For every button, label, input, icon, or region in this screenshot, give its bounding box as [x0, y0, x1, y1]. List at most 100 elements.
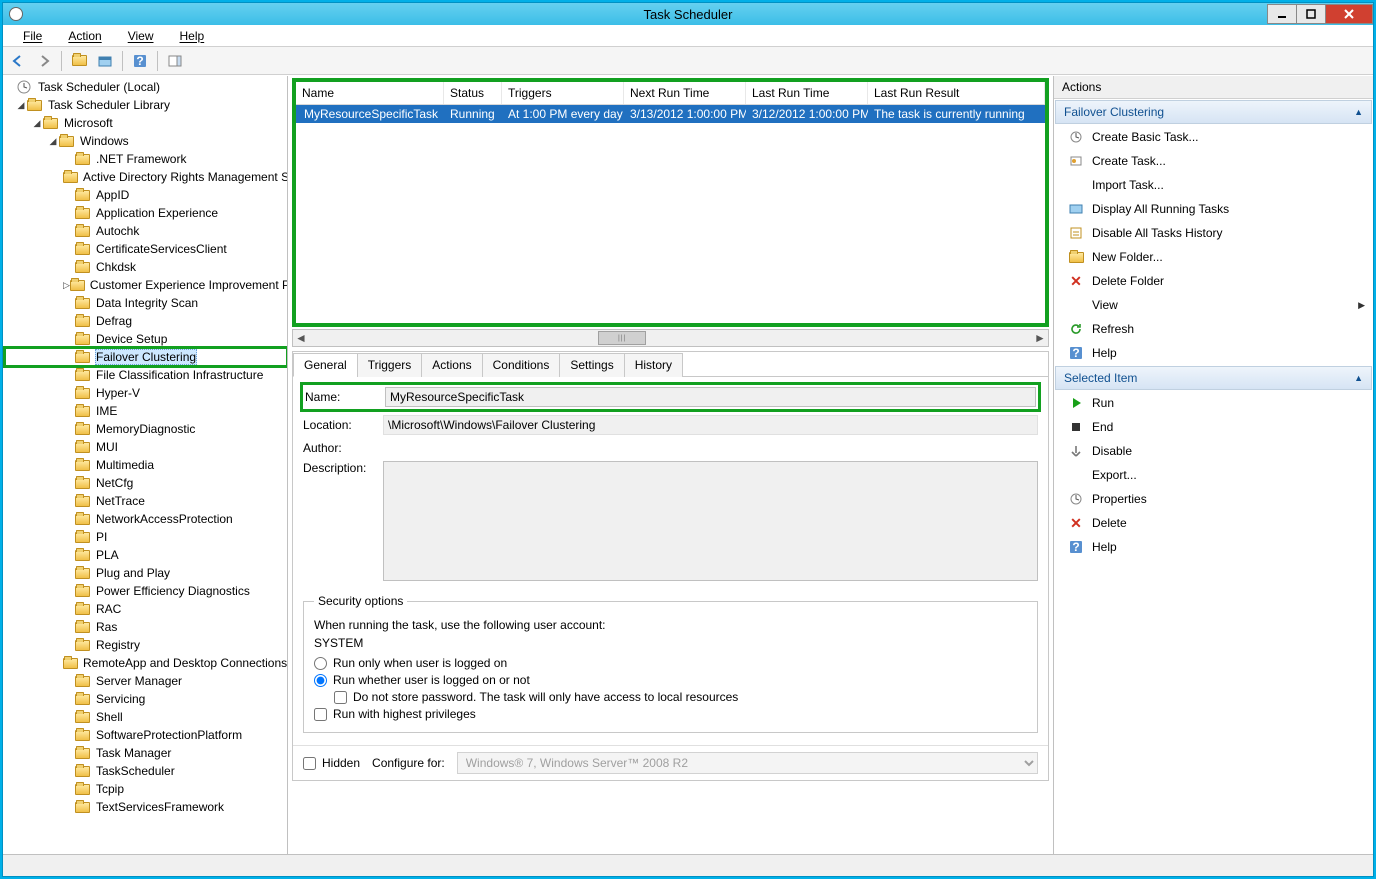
action-run[interactable]: Run — [1054, 391, 1373, 415]
tree-item-taskscheduler[interactable]: TaskScheduler — [5, 762, 287, 780]
tree-library[interactable]: Task Scheduler Library — [47, 98, 171, 112]
tab-actions[interactable]: Actions — [421, 353, 482, 377]
chk-no-store-password[interactable] — [334, 691, 347, 704]
tree-item-active-directory-rights-management-services-client[interactable]: Active Directory Rights Management Servi… — [5, 168, 287, 186]
tree-microsoft[interactable]: Microsoft — [63, 116, 114, 130]
tree-windows[interactable]: Windows — [79, 134, 130, 148]
tree-item-certificateservicesclient[interactable]: CertificateServicesClient — [5, 240, 287, 258]
tree-item-nettrace[interactable]: NetTrace — [5, 492, 287, 510]
action-import-task[interactable]: Import Task... — [1054, 173, 1373, 197]
action-end[interactable]: End — [1054, 415, 1373, 439]
tree-root[interactable]: Task Scheduler (Local) — [37, 80, 161, 94]
tree-item-netcfg[interactable]: NetCfg — [5, 474, 287, 492]
action-create-task[interactable]: Create Task... — [1054, 149, 1373, 173]
tree-item-hyper-v[interactable]: Hyper-V — [5, 384, 287, 402]
tree-item-ime[interactable]: IME — [5, 402, 287, 420]
tree-item-multimedia[interactable]: Multimedia — [5, 456, 287, 474]
tree-item-chkdsk[interactable]: Chkdsk — [5, 258, 287, 276]
scroll-thumb[interactable]: ||| — [598, 331, 646, 345]
chk-hidden[interactable] — [303, 757, 316, 770]
action-refresh[interactable]: Refresh — [1054, 317, 1373, 341]
maximize-button[interactable] — [1296, 4, 1326, 24]
tree-item-power-efficiency-diagnostics[interactable]: Power Efficiency Diagnostics — [5, 582, 287, 600]
tab-history[interactable]: History — [624, 353, 683, 377]
tree-item-textservicesframework[interactable]: TextServicesFramework — [5, 798, 287, 816]
scroll-right-icon[interactable]: ► — [1032, 330, 1048, 346]
action-new-folder[interactable]: New Folder... — [1054, 245, 1373, 269]
radio-logged-on[interactable] — [314, 657, 327, 670]
tree-item-data-integrity-scan[interactable]: Data Integrity Scan — [5, 294, 287, 312]
menu-view[interactable]: View — [116, 27, 166, 45]
tree-item-memorydiagnostic[interactable]: MemoryDiagnostic — [5, 420, 287, 438]
task-list[interactable]: Name Status Triggers Next Run Time Last … — [296, 82, 1045, 123]
col-result[interactable]: Last Run Result — [868, 82, 1045, 104]
horizontal-scrollbar[interactable]: ◄ ||| ► — [292, 329, 1049, 347]
toolbar-properties-icon[interactable] — [94, 50, 116, 72]
action-properties[interactable]: Properties — [1054, 487, 1373, 511]
tree-item-ras[interactable]: Ras — [5, 618, 287, 636]
expand-toggle[interactable]: ▷ — [63, 280, 70, 291]
tree-item-server-manager[interactable]: Server Manager — [5, 672, 287, 690]
col-triggers[interactable]: Triggers — [502, 82, 624, 104]
radio-logged-on-or-not[interactable] — [314, 674, 327, 687]
tree-item-customer-experience-improvement-program[interactable]: ▷Customer Experience Improvement Program — [5, 276, 287, 294]
tab-conditions[interactable]: Conditions — [482, 353, 561, 377]
task-name-input[interactable] — [385, 387, 1036, 407]
scroll-left-icon[interactable]: ◄ — [293, 330, 309, 346]
tree-item--net-framework[interactable]: .NET Framework — [5, 150, 287, 168]
tree-item-file-classification-infrastructure[interactable]: File Classification Infrastructure — [5, 366, 287, 384]
action-delete[interactable]: ✕Delete — [1054, 511, 1373, 535]
col-next[interactable]: Next Run Time — [624, 82, 746, 104]
menu-help[interactable]: Help — [168, 27, 217, 45]
tree-item-registry[interactable]: Registry — [5, 636, 287, 654]
actions-group-failover[interactable]: Failover Clustering▲ — [1055, 100, 1372, 124]
description-input[interactable] — [383, 461, 1038, 581]
configure-select[interactable]: Windows® 7, Windows Server™ 2008 R2 — [457, 752, 1038, 774]
col-last[interactable]: Last Run Time — [746, 82, 868, 104]
action-display-all-running-tasks[interactable]: Display All Running Tasks — [1054, 197, 1373, 221]
action-create-basic-task[interactable]: Create Basic Task... — [1054, 125, 1373, 149]
tree-item-plug-and-play[interactable]: Plug and Play — [5, 564, 287, 582]
tree-item-mui[interactable]: MUI — [5, 438, 287, 456]
tree-item-pi[interactable]: PI — [5, 528, 287, 546]
expand-toggle[interactable]: ◢ — [47, 136, 59, 147]
menu-file[interactable]: File — [11, 27, 54, 45]
close-button[interactable] — [1325, 4, 1373, 24]
expand-toggle[interactable]: ◢ — [31, 118, 43, 129]
action-disable-all-tasks-history[interactable]: Disable All Tasks History — [1054, 221, 1373, 245]
tree-item-task-manager[interactable]: Task Manager — [5, 744, 287, 762]
tree-item-shell[interactable]: Shell — [5, 708, 287, 726]
action-export[interactable]: Export... — [1054, 463, 1373, 487]
nav-back-button[interactable] — [7, 50, 29, 72]
actions-group-selected[interactable]: Selected Item▲ — [1055, 366, 1372, 390]
menu-action[interactable]: Action — [56, 27, 113, 45]
tree-item-softwareprotectionplatform[interactable]: SoftwareProtectionPlatform — [5, 726, 287, 744]
action-disable[interactable]: Disable — [1054, 439, 1373, 463]
tree-item-failover-clustering[interactable]: Failover Clustering — [5, 348, 287, 366]
tree-item-defrag[interactable]: Defrag — [5, 312, 287, 330]
toolbar-help-icon[interactable]: ? — [129, 50, 151, 72]
nav-tree[interactable]: Task Scheduler (Local) ◢ Task Scheduler … — [3, 76, 288, 854]
tree-item-pla[interactable]: PLA — [5, 546, 287, 564]
tree-item-servicing[interactable]: Servicing — [5, 690, 287, 708]
action-delete-folder[interactable]: ✕Delete Folder — [1054, 269, 1373, 293]
toolbar-pane-icon[interactable] — [164, 50, 186, 72]
action-help[interactable]: ?Help — [1054, 341, 1373, 365]
task-row[interactable]: MyResourceSpecificTask Running At 1:00 P… — [296, 105, 1045, 123]
action-view[interactable]: View▶ — [1054, 293, 1373, 317]
chk-highest-priv[interactable] — [314, 708, 327, 721]
expand-toggle[interactable]: ◢ — [15, 100, 27, 111]
tree-item-rac[interactable]: RAC — [5, 600, 287, 618]
tree-item-networkaccessprotection[interactable]: NetworkAccessProtection — [5, 510, 287, 528]
toolbar-up-icon[interactable] — [68, 50, 90, 72]
col-status[interactable]: Status — [444, 82, 502, 104]
tree-item-remoteapp-and-desktop-connections[interactable]: RemoteApp and Desktop Connections — [5, 654, 287, 672]
nav-forward-button[interactable] — [33, 50, 55, 72]
col-name[interactable]: Name — [296, 82, 444, 104]
titlebar[interactable]: Task Scheduler — [3, 3, 1373, 25]
tab-settings[interactable]: Settings — [559, 353, 624, 377]
tree-item-appid[interactable]: AppID — [5, 186, 287, 204]
tree-item-device-setup[interactable]: Device Setup — [5, 330, 287, 348]
tab-general[interactable]: General — [293, 353, 358, 377]
tree-item-application-experience[interactable]: Application Experience — [5, 204, 287, 222]
